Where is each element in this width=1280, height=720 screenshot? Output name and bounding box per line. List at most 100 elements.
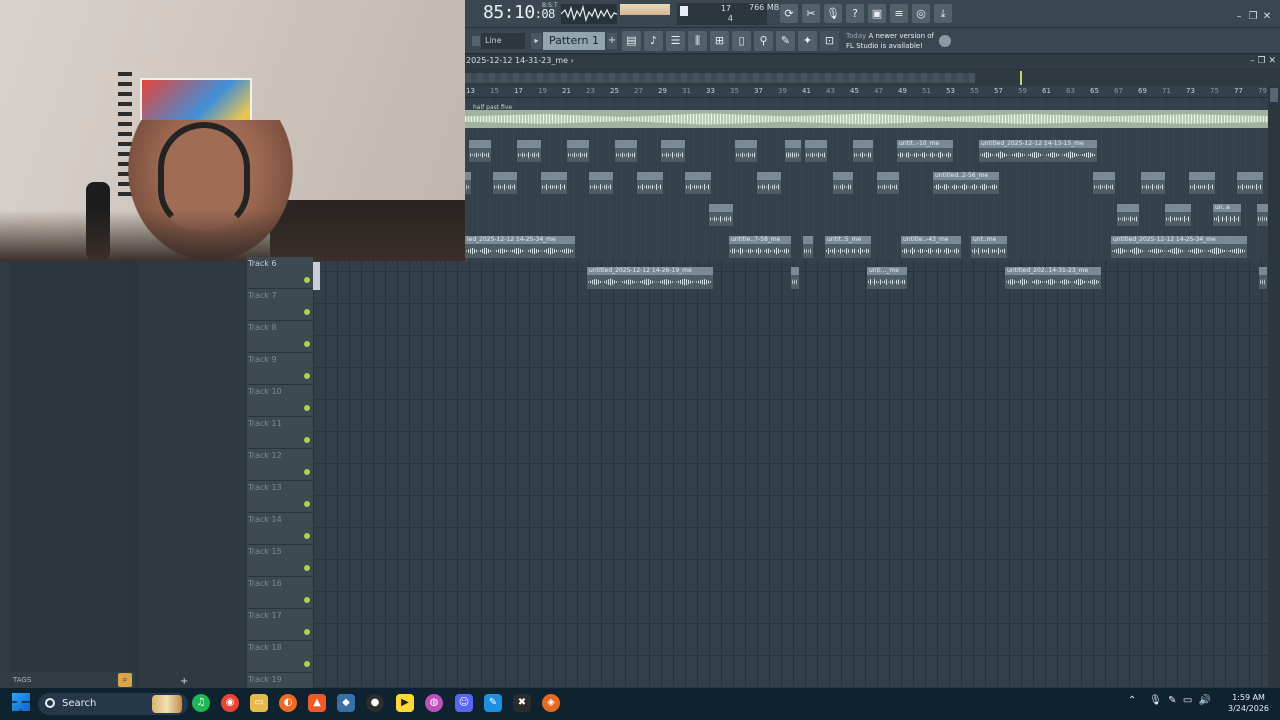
microphone-icon[interactable]: 🎙: [824, 4, 842, 23]
track-header[interactable]: Track 8: [247, 321, 313, 353]
media-player-icon[interactable]: ◍: [425, 694, 443, 712]
close-icon[interactable]: ✕: [1268, 56, 1276, 66]
mixer-faders-icon[interactable]: ⫼: [688, 31, 707, 51]
audio-clip[interactable]: [661, 140, 685, 162]
audio-clip[interactable]: [735, 140, 757, 162]
vertical-scrollbar[interactable]: [1268, 86, 1280, 688]
search-icon[interactable]: ⌕: [118, 673, 132, 687]
timeline-ruler[interactable]: 13 15 17 19 21 23 25 27 29 31 33 35 37 39 41 43 45 47 49 51…: [465, 86, 1268, 98]
track-header[interactable]: Track 15: [247, 545, 313, 577]
audio-clip[interactable]: [1237, 172, 1263, 194]
audio-clip[interactable]: [517, 140, 541, 162]
pen-icon[interactable]: ✎: [1168, 695, 1176, 706]
track-header[interactable]: Track 7: [247, 289, 313, 321]
close-icon[interactable]: ✕: [1260, 11, 1274, 22]
audio-clip[interactable]: untitle..7-58_me: [729, 236, 791, 258]
track-header[interactable]: Track 11: [247, 417, 313, 449]
playlist-arrangement[interactable]: half past five untit..-10_me untitled_20…: [465, 98, 1268, 261]
track-header[interactable]: Track 6: [247, 257, 313, 289]
update-news[interactable]: Today A newer version of FL Studio is ava…: [846, 31, 934, 51]
master-audio-clip[interactable]: half past five: [465, 104, 1268, 128]
save-icon[interactable]: ▣: [868, 4, 886, 23]
cart-icon[interactable]: ⊡: [820, 31, 839, 51]
track-mute-led-icon[interactable]: [304, 501, 310, 507]
plugin-database-icon[interactable]: ⊞: [710, 31, 729, 51]
track-header[interactable]: Track 18: [247, 641, 313, 673]
chat-icon[interactable]: ◎: [912, 4, 930, 23]
display-icon[interactable]: ▭: [1183, 695, 1192, 706]
system-clock[interactable]: 1:59 AM 3/24/2026: [1228, 692, 1269, 714]
audio-clip[interactable]: untitled_2025-12-12 14-13-15_me: [979, 140, 1097, 162]
track-header[interactable]: Track 14: [247, 513, 313, 545]
snap-icon[interactable]: [472, 36, 480, 46]
audio-clip[interactable]: [833, 172, 853, 194]
audio-clip[interactable]: untitled_2025-12-12 14-25-34_me: [1111, 236, 1247, 258]
playlist-grid[interactable]: untitled_2025-12-12 14-26-19_me unti..._…: [313, 261, 1268, 688]
track-mute-led-icon[interactable]: [304, 469, 310, 475]
app-icon[interactable]: ◆: [337, 694, 355, 712]
channel-rack-icon[interactable]: ☰: [666, 31, 685, 51]
audio-clip[interactable]: untitled_2025-12-12 14-26-19_me: [587, 267, 713, 289]
pattern-add-icon[interactable]: +: [607, 33, 617, 49]
track-mute-led-icon[interactable]: [304, 533, 310, 539]
track-mute-led-icon[interactable]: [304, 309, 310, 315]
audio-clip[interactable]: untit..-10_me: [897, 140, 953, 162]
audio-clip[interactable]: [1165, 204, 1191, 226]
undo-history-icon[interactable]: ⟳: [780, 4, 798, 23]
track-resize-handle[interactable]: [313, 262, 320, 290]
audio-clip[interactable]: untit..5_me: [825, 236, 871, 258]
track-mute-led-icon[interactable]: [304, 661, 310, 667]
chevron-up-icon[interactable]: ⌃: [1128, 695, 1136, 706]
snap-select[interactable]: Line: [481, 33, 525, 49]
audio-clip[interactable]: unti..._me: [867, 267, 907, 289]
audio-clip[interactable]: [469, 140, 491, 162]
audio-clip[interactable]: [685, 172, 711, 194]
wand-icon[interactable]: ✦: [798, 31, 817, 51]
track-header[interactable]: Track 17: [247, 609, 313, 641]
audio-clip[interactable]: [567, 140, 589, 162]
audio-clip[interactable]: [1257, 204, 1268, 226]
mixer-icon[interactable]: ≡: [890, 4, 908, 23]
search-highlight-image[interactable]: [152, 695, 182, 713]
audio-clip[interactable]: led_2025-12-12 14-25-34_me: [465, 236, 575, 258]
piano-roll-icon[interactable]: ♪: [644, 31, 663, 51]
audio-clip[interactable]: untitled..2-56_me: [933, 172, 999, 194]
track-header[interactable]: Track 13: [247, 481, 313, 513]
track-mute-led-icon[interactable]: [304, 341, 310, 347]
spotify-icon[interactable]: ♫: [192, 694, 210, 712]
track-header[interactable]: Track 16: [247, 577, 313, 609]
audio-clip[interactable]: [709, 204, 733, 226]
audio-clip[interactable]: untitled_202..14-31-23_me: [1005, 267, 1101, 289]
track-mute-led-icon[interactable]: [304, 629, 310, 635]
brave-icon[interactable]: ▲: [308, 694, 326, 712]
minimize-icon[interactable]: –: [1250, 56, 1255, 66]
browser-tree[interactable]: [9, 261, 135, 688]
audio-clip[interactable]: [1189, 172, 1215, 194]
audio-clip[interactable]: [805, 140, 827, 162]
game-launcher-icon[interactable]: ◈: [542, 694, 560, 712]
browser-icon[interactable]: ▯: [732, 31, 751, 51]
news-info-icon[interactable]: [939, 35, 951, 47]
tags-bar[interactable]: TAGS: [0, 672, 135, 688]
audio-clip[interactable]: [589, 172, 613, 194]
track-mute-led-icon[interactable]: [304, 373, 310, 379]
plug-icon[interactable]: ⚲: [754, 31, 773, 51]
pattern-prev-arrow-icon[interactable]: ▸: [531, 33, 542, 49]
overview-thumb[interactable]: [465, 73, 975, 83]
track-mute-led-icon[interactable]: [304, 437, 310, 443]
track-mute-led-icon[interactable]: [304, 405, 310, 411]
scroll-thumb[interactable]: [1270, 88, 1278, 102]
audio-clip[interactable]: untitle..-43_me: [901, 236, 961, 258]
audio-clip[interactable]: [1141, 172, 1165, 194]
audio-clip[interactable]: [615, 140, 637, 162]
file-explorer-icon[interactable]: ▭: [250, 694, 268, 712]
track-mute-led-icon[interactable]: [304, 597, 310, 603]
restore-icon[interactable]: ❐: [1258, 56, 1266, 66]
track-mute-led-icon[interactable]: [304, 277, 310, 283]
master-volume-meter[interactable]: [620, 4, 670, 22]
capcut-icon[interactable]: ✖: [513, 694, 531, 712]
audio-clip[interactable]: [757, 172, 781, 194]
download-icon[interactable]: ⤓: [934, 4, 952, 23]
audio-clip[interactable]: [637, 172, 663, 194]
audio-clip[interactable]: [853, 140, 873, 162]
